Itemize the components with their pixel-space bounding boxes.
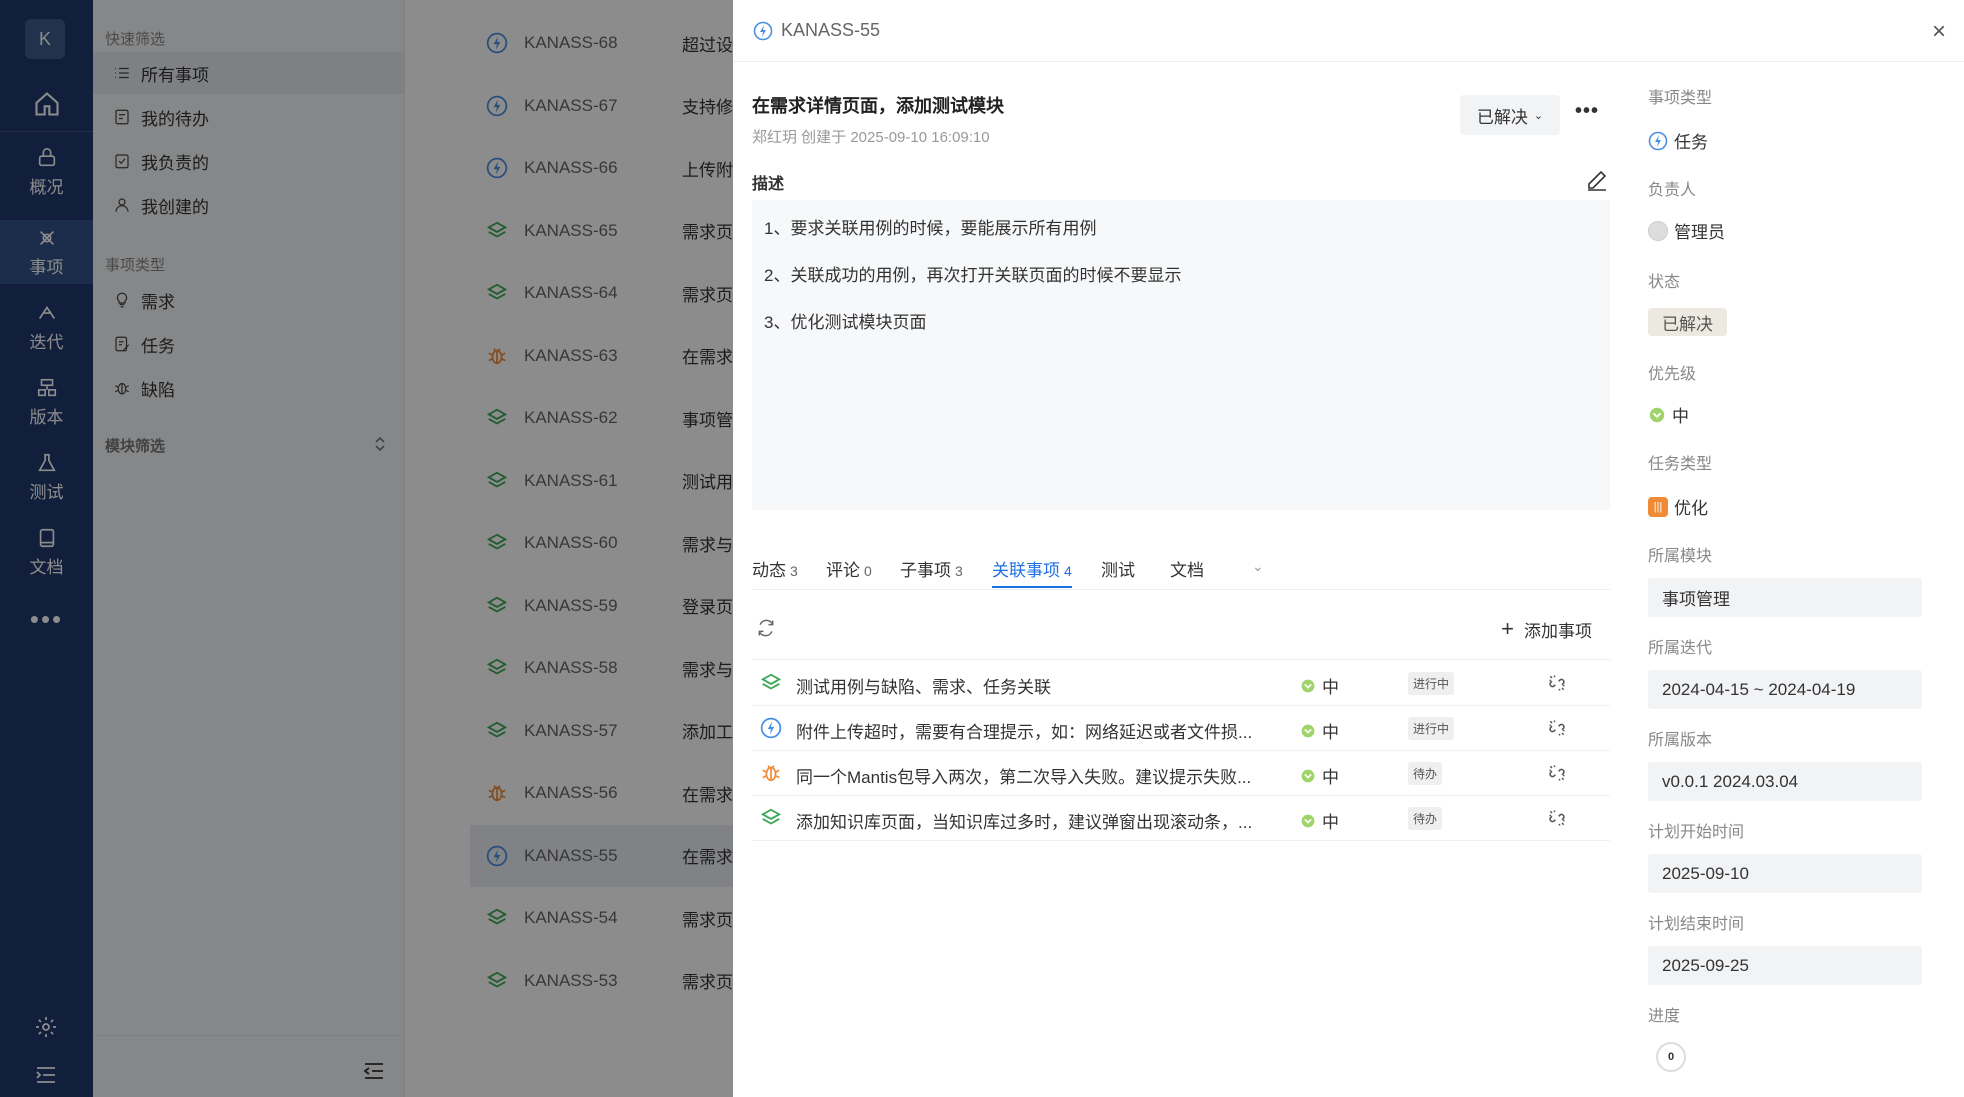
- type-label: 事项类型: [1648, 90, 1713, 107]
- requirement-icon: [760, 808, 782, 825]
- related-toolbar: + 添加事项: [752, 600, 1610, 660]
- related-item-priority: 中: [1300, 673, 1339, 698]
- chevron-down-icon: ⌄: [1533, 109, 1544, 122]
- priority-medium-icon: [1301, 724, 1315, 737]
- related-item-row[interactable]: 附件上传超时，需要有合理提示，如：网络延迟或者文件损... 中 进行中: [752, 706, 1610, 751]
- priority-medium-icon: [1649, 407, 1665, 422]
- task-type-label: 任务类型: [1648, 456, 1713, 473]
- tab-subitems[interactable]: 子事项 3: [900, 556, 963, 588]
- add-item-label: 添加事项: [1524, 621, 1592, 641]
- status-dropdown[interactable]: 已解决 ⌄: [1460, 95, 1560, 135]
- module-field[interactable]: 事项管理: [1648, 578, 1922, 617]
- modal-overlay[interactable]: [0, 0, 733, 1097]
- description-line: 3、优化测试模块页面: [764, 313, 927, 332]
- status-label: 状态: [1648, 274, 1681, 291]
- edit-icon[interactable]: [1585, 168, 1609, 192]
- related-item-priority: 中: [1300, 808, 1339, 833]
- priority-medium-icon: [1301, 814, 1315, 827]
- related-item-status: 进行中: [1408, 672, 1455, 695]
- unlink-icon[interactable]: [1547, 763, 1567, 783]
- priority-label: 优先级: [1648, 366, 1697, 383]
- tab-docs[interactable]: 文档: [1170, 556, 1204, 588]
- issue-title[interactable]: 在需求详情页面，添加测试模块: [752, 92, 1004, 118]
- task-icon: [760, 717, 782, 739]
- related-item-priority: 中: [1300, 718, 1339, 743]
- unlink-icon[interactable]: [1547, 673, 1567, 693]
- status-badge[interactable]: 已解决: [1648, 308, 1727, 336]
- description-line: 1、要求关联用例的时候，要能展示所有用例: [764, 219, 1097, 238]
- related-item-status: 待办: [1408, 762, 1443, 785]
- description-box[interactable]: 1、要求关联用例的时候，要能展示所有用例 2、关联成功的用例，再次打开关联页面的…: [752, 200, 1610, 510]
- issue-key: KANASS-55: [753, 20, 880, 41]
- related-item-title[interactable]: 附件上传超时，需要有合理提示，如：网络延迟或者文件损...: [796, 718, 1266, 743]
- plan-end-field[interactable]: 2025-09-25: [1648, 946, 1922, 985]
- detail-tabs: 动态 3 评论 0 子事项 3 关联事项 4 测试 文档 ⌄: [752, 556, 1610, 590]
- related-item-status: 进行中: [1408, 717, 1455, 740]
- tab-activity[interactable]: 动态 3: [752, 556, 798, 588]
- issue-meta: 郑红玥 创建于 2025-09-10 16:09:10: [752, 129, 990, 146]
- issue-detail-drawer: KANASS-55 × 在需求详情页面，添加测试模块 郑红玥 创建于 2025-…: [733, 0, 1964, 1097]
- issue-key-text: KANASS-55: [781, 20, 881, 40]
- add-item-button[interactable]: + 添加事项: [1501, 616, 1592, 642]
- module-label: 所属模块: [1648, 548, 1713, 565]
- tab-comments[interactable]: 评论 0: [826, 556, 872, 588]
- plan-start-label: 计划开始时间: [1648, 824, 1745, 841]
- optimize-icon: |||: [1648, 496, 1668, 517]
- iteration-label: 所属迭代: [1648, 640, 1713, 657]
- related-item-row[interactable]: 测试用例与缺陷、需求、任务关联 中 进行中: [752, 661, 1610, 706]
- status-label: 已解决: [1476, 107, 1528, 127]
- refresh-icon[interactable]: [756, 618, 776, 638]
- iteration-field[interactable]: 2024-04-15 ~ 2024-04-19: [1648, 670, 1922, 709]
- progress-indicator[interactable]: 0: [1656, 1042, 1686, 1072]
- task-icon: [753, 21, 773, 40]
- requirement-icon: [760, 673, 782, 690]
- related-item-status: 待办: [1408, 807, 1443, 830]
- related-item-row[interactable]: 添加知识库页面，当知识库过多时，建议弹窗出现滚动条，... 中 待办: [752, 796, 1610, 841]
- priority-medium-icon: [1301, 769, 1315, 782]
- plan-end-label: 计划结束时间: [1648, 916, 1745, 933]
- unlink-icon[interactable]: [1547, 808, 1567, 828]
- progress-label: 进度: [1648, 1008, 1681, 1025]
- tab-related-items[interactable]: 关联事项 4: [992, 556, 1072, 588]
- chevron-down-icon[interactable]: ⌄: [1252, 558, 1264, 575]
- type-value[interactable]: 任务: [1648, 128, 1708, 153]
- close-icon[interactable]: ×: [1932, 18, 1946, 46]
- priority-value[interactable]: 中: [1648, 402, 1689, 427]
- related-item-title[interactable]: 测试用例与缺陷、需求、任务关联: [796, 673, 1266, 698]
- description-label: 描述: [752, 176, 785, 193]
- version-label: 所属版本: [1648, 732, 1713, 749]
- owner-label: 负责人: [1648, 182, 1697, 199]
- avatar: [1648, 220, 1668, 241]
- more-actions-icon[interactable]: •••: [1575, 100, 1599, 123]
- owner-value[interactable]: 管理员: [1648, 218, 1725, 243]
- description-line: 2、关联成功的用例，再次打开关联页面的时候不要显示: [764, 266, 1182, 285]
- unlink-icon[interactable]: [1547, 718, 1567, 738]
- tab-test[interactable]: 测试: [1101, 556, 1135, 588]
- task-type-value[interactable]: ||| 优化: [1648, 494, 1708, 519]
- plus-icon: +: [1501, 616, 1514, 641]
- plan-start-field[interactable]: 2025-09-10: [1648, 854, 1922, 893]
- drawer-header: KANASS-55 ×: [733, 0, 1964, 62]
- related-item-title[interactable]: 同一个Mantis包导入两次，第二次导入失败。建议提示失败...: [796, 763, 1266, 788]
- version-field[interactable]: v0.0.1 2024.03.04: [1648, 762, 1922, 801]
- related-item-title[interactable]: 添加知识库页面，当知识库过多时，建议弹窗出现滚动条，...: [796, 808, 1266, 833]
- bug-icon: [762, 765, 780, 782]
- priority-medium-icon: [1301, 679, 1315, 692]
- related-item-priority: 中: [1300, 763, 1339, 788]
- related-item-row[interactable]: 同一个Mantis包导入两次，第二次导入失败。建议提示失败... 中 待办: [752, 751, 1610, 796]
- task-icon: [1648, 131, 1668, 150]
